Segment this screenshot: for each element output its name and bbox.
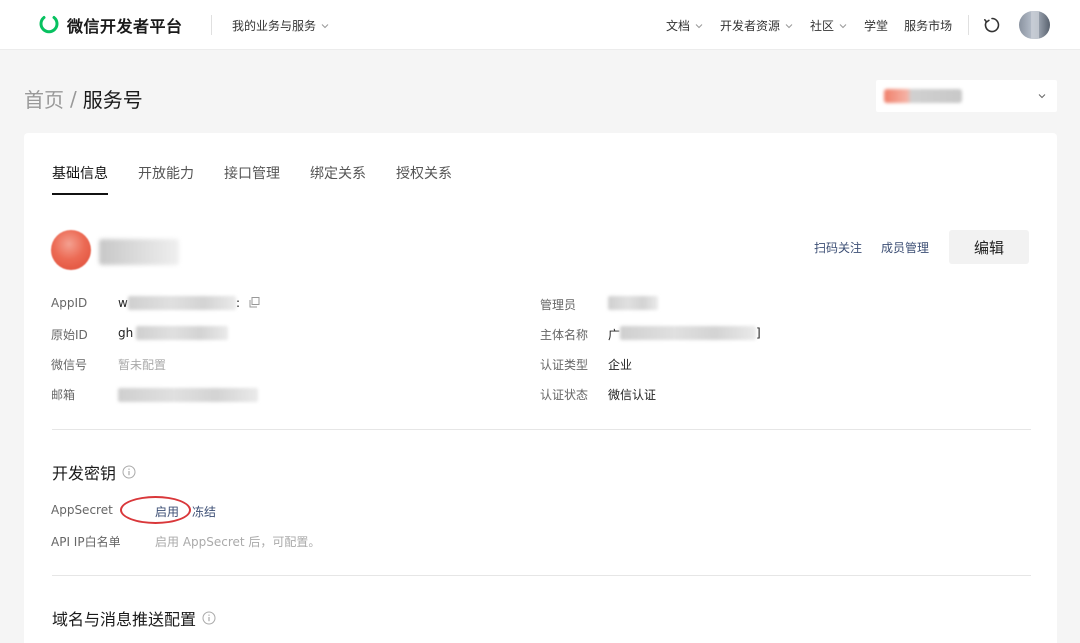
nav-community-label: 社区 (810, 19, 835, 33)
info-icon[interactable] (122, 465, 136, 479)
appsecret-enable-link[interactable]: 启用 (155, 503, 179, 520)
biz-services-label: 我的业务与服务 (232, 19, 317, 33)
chevron-down-icon (320, 21, 330, 31)
account-switcher[interactable] (876, 80, 1057, 112)
email-redacted (118, 388, 258, 402)
appid-suffix: : (236, 296, 241, 310)
nav-academy[interactable]: 学堂 (864, 17, 888, 34)
appid-label: AppID (51, 296, 88, 310)
cert-type-label: 认证类型 (540, 358, 589, 372)
wechat-dev-logo-icon (39, 16, 59, 34)
biz-services-menu[interactable]: 我的业务与服务 (232, 17, 330, 34)
account-switcher-name-redacted (884, 89, 962, 103)
tab-open-capabilities[interactable]: 开放能力 (138, 163, 194, 195)
scan-follow-link[interactable]: 扫码关注 (814, 239, 862, 256)
nav-academy-label: 学堂 (864, 19, 889, 33)
top-nav-links: 文档 开发者资源 社区 学堂 服务市场 (666, 17, 952, 34)
nav-docs[interactable]: 文档 (666, 17, 704, 34)
breadcrumb-separator: / (70, 86, 77, 111)
nav-service-market-label: 服务市场 (904, 19, 953, 33)
email-label: 邮箱 (51, 388, 76, 402)
info-icon[interactable] (202, 611, 216, 625)
cert-type-value: 企业 (608, 358, 633, 372)
main-card: 基础信息 开放能力 接口管理 绑定关系 授权关系 扫码关注 成员管理 编辑 Ap… (24, 133, 1057, 643)
breadcrumb-current: 服务号 (82, 88, 143, 112)
appid-prefix: w (118, 296, 128, 310)
breadcrumb: 首页 / 服务号 (24, 84, 143, 113)
tab-authorization[interactable]: 授权关系 (396, 163, 452, 195)
section-divider (52, 575, 1031, 576)
user-avatar[interactable] (1019, 11, 1050, 39)
tab-api-management[interactable]: 接口管理 (224, 163, 280, 195)
nav-divider (968, 15, 969, 35)
cert-status-value: 微信认证 (608, 388, 657, 402)
nav-dev-resources-label: 开发者资源 (720, 19, 781, 33)
section-divider (52, 429, 1031, 430)
entity-name-suffix: ] (756, 326, 761, 340)
entity-name-prefix: 广 (608, 328, 621, 342)
entity-name-redacted (620, 326, 756, 340)
logo-text: 微信开发者平台 (67, 17, 183, 36)
nav-dev-resources[interactable]: 开发者资源 (720, 17, 794, 34)
chevron-down-icon (838, 21, 848, 31)
breadcrumb-home[interactable]: 首页 (24, 84, 64, 113)
nav-community[interactable]: 社区 (810, 17, 848, 34)
ip-whitelist-label: API IP白名单 (51, 535, 121, 549)
appsecret-label: AppSecret (51, 503, 113, 517)
nav-service-market[interactable]: 服务市场 (904, 17, 952, 34)
account-avatar (51, 230, 91, 270)
appid-redacted (128, 296, 236, 310)
nav-divider (211, 15, 212, 35)
original-id-redacted (136, 326, 228, 340)
chevron-down-icon (784, 21, 794, 31)
member-management-link[interactable]: 成员管理 (881, 239, 929, 256)
appsecret-freeze-link[interactable]: 冻结 (192, 503, 216, 520)
chevron-down-icon (1037, 91, 1047, 101)
edit-button[interactable]: 编辑 (949, 230, 1029, 264)
admin-label: 管理员 (540, 298, 577, 312)
original-id-label: 原始ID (51, 328, 88, 342)
tab-bar: 基础信息 开放能力 接口管理 绑定关系 授权关系 (52, 163, 482, 195)
tab-basic-info[interactable]: 基础信息 (52, 163, 108, 195)
admin-redacted (608, 296, 658, 310)
top-nav: 微信开发者平台 我的业务与服务 文档 开发者资源 社区 学堂 服务市场 (0, 0, 1080, 50)
domain-config-title-text: 域名与消息推送配置 (52, 610, 197, 629)
original-id-prefix: gh (118, 326, 134, 340)
domain-config-title: 域名与消息推送配置 (52, 606, 216, 630)
wechat-id-label: 微信号 (51, 358, 88, 372)
chevron-down-icon (694, 21, 704, 31)
wechat-id-value: 暂未配置 (118, 358, 167, 372)
entity-name-label: 主体名称 (540, 328, 589, 342)
dev-key-title: 开发密钥 (52, 460, 136, 484)
dev-key-title-text: 开发密钥 (52, 464, 117, 483)
logo[interactable]: 微信开发者平台 (38, 13, 183, 37)
copy-icon[interactable] (249, 297, 260, 308)
account-name-redacted (99, 239, 179, 265)
nav-docs-label: 文档 (666, 19, 691, 33)
ip-whitelist-hint: 启用 AppSecret 后，可配置。 (155, 535, 321, 549)
feedback-icon[interactable] (983, 16, 1001, 34)
cert-status-label: 认证状态 (540, 388, 589, 402)
tab-binding[interactable]: 绑定关系 (310, 163, 366, 195)
